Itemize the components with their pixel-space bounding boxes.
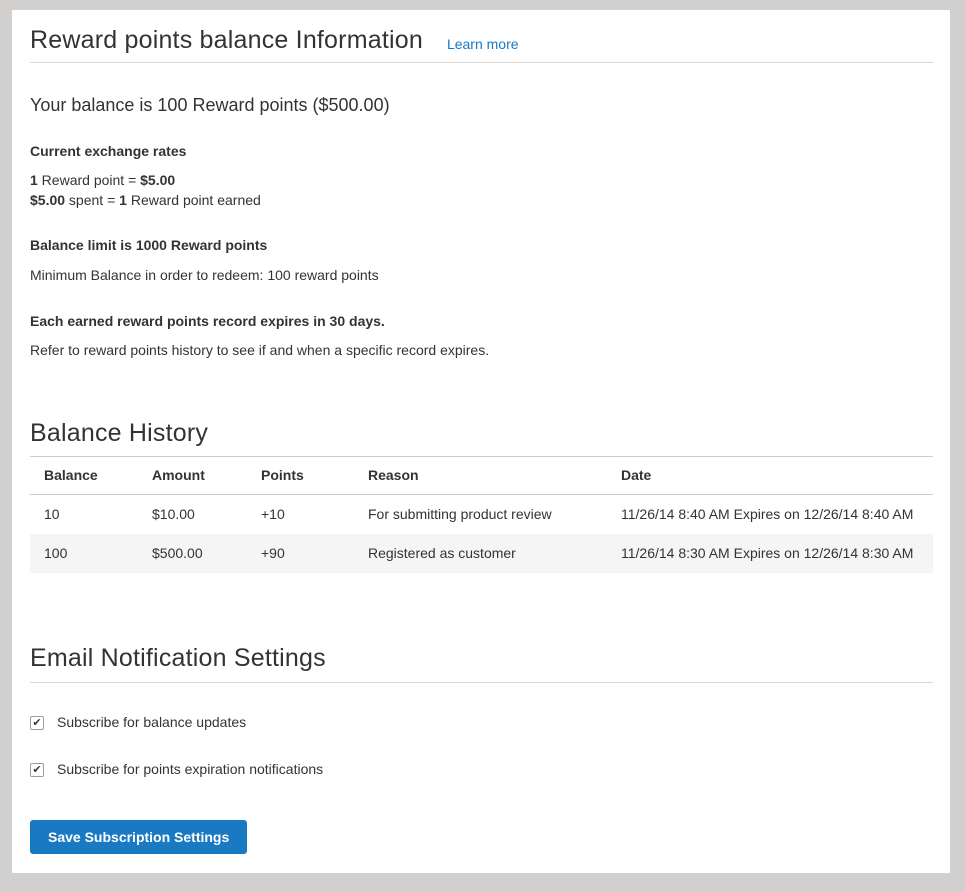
subscribe-expiration-notifications-option: ✔ Subscribe for points expiration notifi…: [30, 760, 933, 779]
cell-date: 11/26/14 8:40 AM Expires on 12/26/14 8:4…: [607, 495, 933, 535]
table-header-row: Balance Amount Points Reason Date: [30, 457, 933, 495]
checkmark-icon: ✔: [32, 717, 41, 728]
earn-rate-money: $5.00: [140, 172, 175, 188]
page-header: Reward points balance Information Learn …: [30, 10, 933, 63]
cell-reason: For submitting product review: [354, 495, 607, 535]
learn-more-link[interactable]: Learn more: [447, 36, 519, 52]
earn-rate-line: 1 Reward point = $5.00: [30, 171, 933, 191]
expiration-note: Refer to reward points history to see if…: [30, 341, 933, 360]
column-header-balance: Balance: [30, 457, 138, 495]
checkmark-icon: ✔: [32, 764, 41, 775]
expiration-heading: Each earned reward points record expires…: [30, 312, 933, 331]
minimum-balance-note: Minimum Balance in order to redeem: 100 …: [30, 266, 933, 285]
balance-summary: Your balance is 100 Reward points ($500.…: [30, 93, 933, 118]
spend-rate-line: $5.00 spent = 1 Reward point earned: [30, 191, 933, 211]
exchange-rates: 1 Reward point = $5.00 $5.00 spent = 1 R…: [30, 171, 933, 210]
email-settings-title: Email Notification Settings: [30, 643, 933, 674]
expiration-notifications-checkbox[interactable]: ✔: [30, 763, 44, 777]
cell-balance: 100: [30, 534, 138, 573]
table-body: 10 $10.00 +10 For submitting product rev…: [30, 495, 933, 574]
balance-updates-label[interactable]: Subscribe for balance updates: [57, 713, 246, 732]
exchange-rates-heading: Current exchange rates: [30, 142, 933, 161]
column-header-date: Date: [607, 457, 933, 495]
spend-rate-points: 1: [119, 192, 127, 208]
balance-history-table: Balance Amount Points Reason Date 10 $10…: [30, 456, 933, 573]
earn-rate-points: 1: [30, 172, 38, 188]
page-title: Reward points balance Information: [30, 25, 423, 56]
column-header-reason: Reason: [354, 457, 607, 495]
table-row: 100 $500.00 +90 Registered as customer 1…: [30, 534, 933, 573]
cell-amount: $10.00: [138, 495, 247, 535]
balance-updates-checkbox[interactable]: ✔: [30, 716, 44, 730]
earn-rate-text: Reward point =: [38, 172, 140, 188]
reward-points-page: Reward points balance Information Learn …: [12, 10, 950, 873]
cell-date: 11/26/14 8:30 AM Expires on 12/26/14 8:3…: [607, 534, 933, 573]
cell-points: +90: [247, 534, 354, 573]
email-settings-header: Email Notification Settings: [30, 643, 933, 683]
spend-rate-tail: Reward point earned: [127, 192, 261, 208]
balance-history-title: Balance History: [30, 418, 933, 449]
subscribe-balance-updates-option: ✔ Subscribe for balance updates: [30, 713, 933, 732]
cell-balance: 10: [30, 495, 138, 535]
table-row: 10 $10.00 +10 For submitting product rev…: [30, 495, 933, 535]
cell-amount: $500.00: [138, 534, 247, 573]
column-header-points: Points: [247, 457, 354, 495]
table-header: Balance Amount Points Reason Date: [30, 457, 933, 495]
cell-points: +10: [247, 495, 354, 535]
column-header-amount: Amount: [138, 457, 247, 495]
cell-reason: Registered as customer: [354, 534, 607, 573]
expiration-notifications-label[interactable]: Subscribe for points expiration notifica…: [57, 760, 323, 779]
save-subscription-settings-button[interactable]: Save Subscription Settings: [30, 820, 247, 854]
balance-limit-heading: Balance limit is 1000 Reward points: [30, 236, 933, 255]
spend-rate-text: spent =: [65, 192, 119, 208]
spend-rate-money: $5.00: [30, 192, 65, 208]
